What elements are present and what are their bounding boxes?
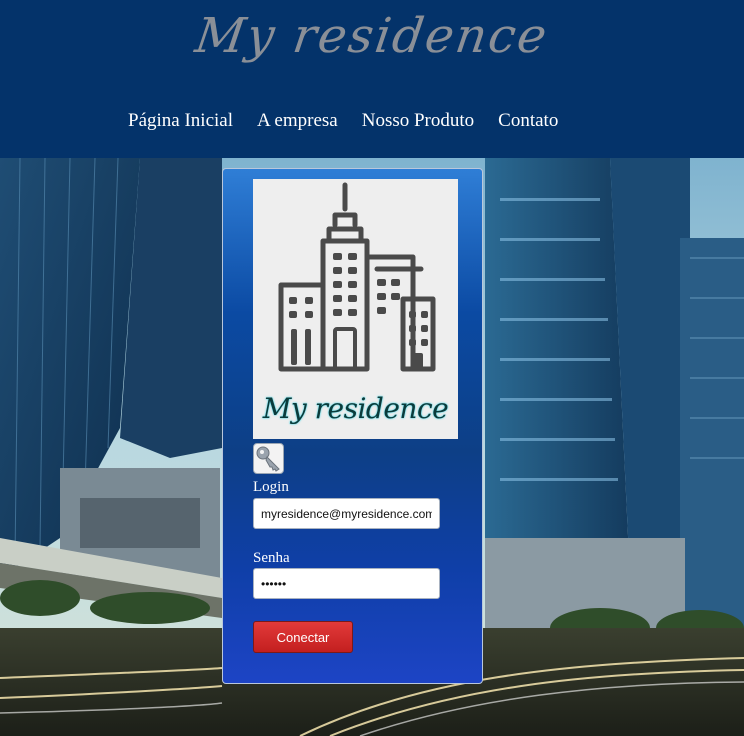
key-icon [253, 443, 284, 474]
site-header: My residence Página Inicial A empresa No… [0, 0, 744, 158]
nav-nosso-produto[interactable]: Nosso Produto [362, 110, 474, 132]
password-input[interactable] [253, 568, 440, 599]
password-label: Senha [253, 550, 290, 566]
nav-contato[interactable]: Contato [498, 110, 558, 132]
main-nav: Página Inicial A empresa Nosso Produto C… [128, 110, 558, 132]
logo-text: My residence [262, 392, 449, 425]
buildings-icon [278, 182, 436, 372]
brand-title: My residence [191, 8, 553, 64]
nav-pagina-inicial[interactable]: Página Inicial [128, 110, 233, 132]
login-input[interactable] [253, 498, 440, 529]
connect-button[interactable]: Conectar [253, 621, 353, 653]
login-label: Login [253, 479, 289, 495]
nav-a-empresa[interactable]: A empresa [257, 110, 338, 132]
login-panel: My residence Login Senha Conectar [222, 168, 483, 684]
company-logo: My residence [253, 179, 458, 439]
